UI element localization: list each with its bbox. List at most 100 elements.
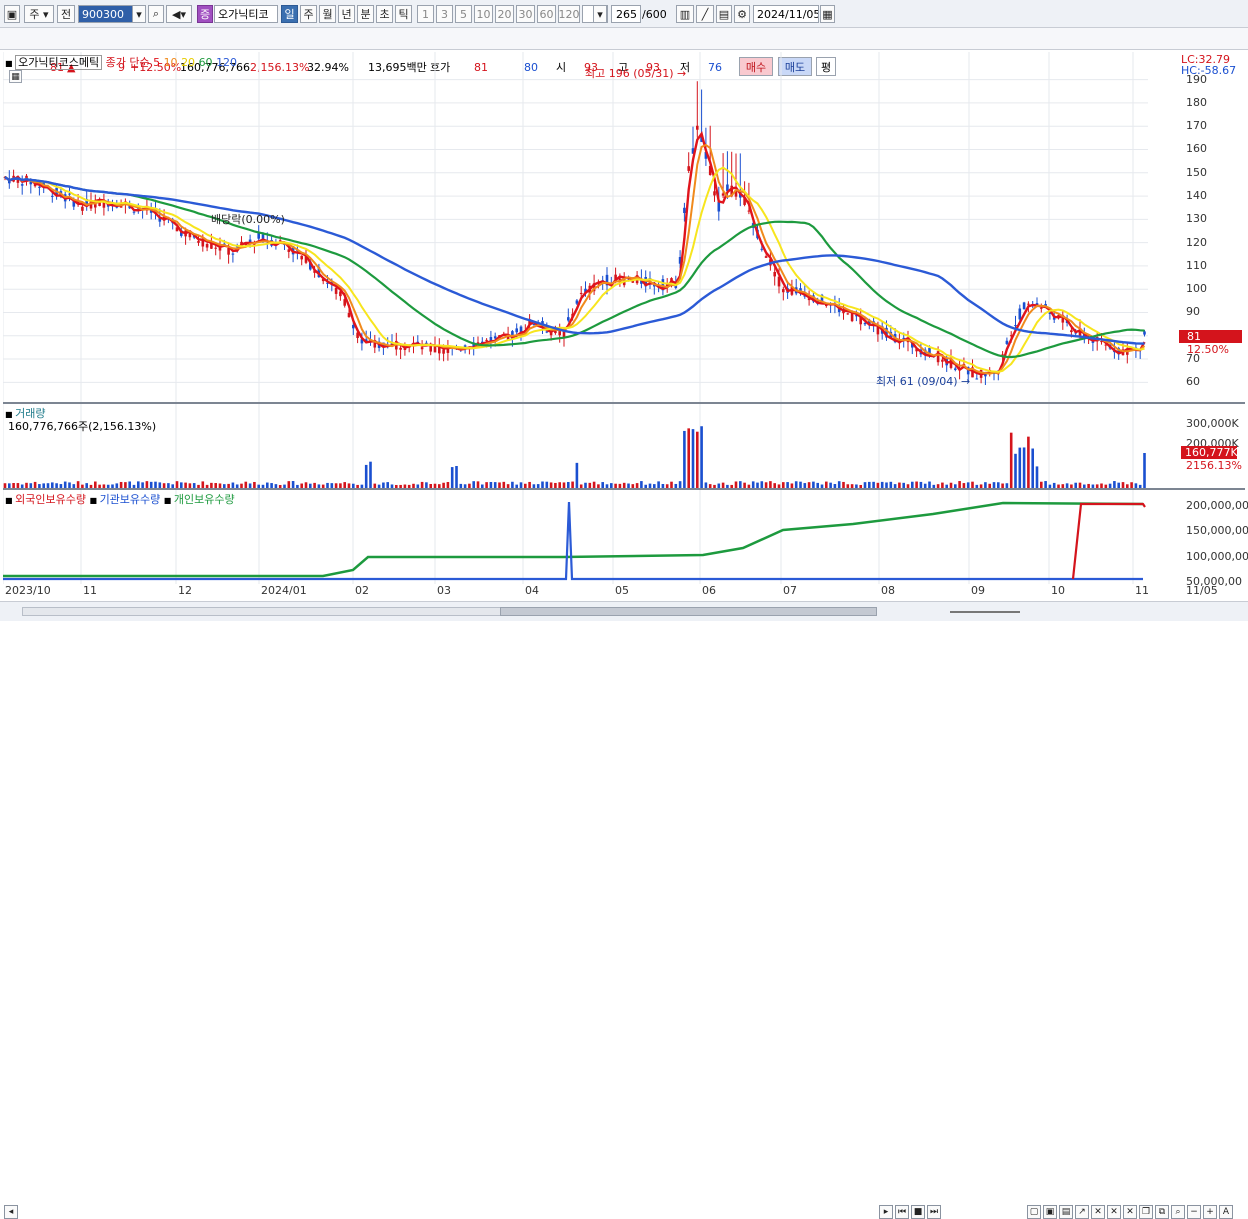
low-annotation-text: 최저 61 (09/04) — [876, 375, 958, 388]
cross2-icon[interactable]: ✕ — [1107, 1205, 1121, 1219]
tab-year[interactable]: 년 — [338, 5, 355, 23]
volume-bar — [455, 465, 458, 488]
holding-legend: ■ 외국인보유수량 ■ 기관보유수량 ■ 개인보유수량 — [5, 493, 235, 506]
x-tick-label: 10 — [1051, 584, 1065, 597]
volume-bar — [958, 481, 961, 488]
scroll-left-icon[interactable]: ◂ — [4, 1205, 18, 1219]
volume-bar — [794, 481, 798, 488]
zoom-icon[interactable]: ⌕ — [1171, 1205, 1185, 1219]
candle-body — [1022, 302, 1026, 310]
prev-button[interactable]: 전 — [57, 5, 75, 23]
volume-current-pct: 2156.13% — [1186, 459, 1242, 472]
volume-bar — [145, 481, 149, 488]
volume-current-tag: 160,777K — [1181, 446, 1238, 459]
count-input[interactable]: 265 — [611, 5, 641, 23]
volume-bar — [1035, 466, 1039, 488]
tab-week[interactable]: 주 — [300, 5, 317, 23]
stock-badge: 증 — [197, 5, 213, 23]
candle-body — [941, 359, 944, 362]
popout-icon[interactable]: ⧉ — [1155, 1205, 1169, 1219]
save-icon[interactable]: ▤ — [716, 5, 732, 23]
table-icon[interactable]: ▦ — [9, 70, 22, 83]
window-icon[interactable]: ❐ — [1139, 1205, 1153, 1219]
panel-divider[interactable] — [3, 402, 1245, 404]
legend-ma10: 10 — [163, 56, 178, 69]
interval-30[interactable]: 30 — [516, 5, 535, 23]
volume-bar — [760, 481, 764, 488]
zoom-in-icon[interactable]: + — [1203, 1205, 1217, 1219]
interval-60[interactable]: 60 — [537, 5, 556, 23]
candle-body — [1018, 308, 1022, 320]
cross-icon[interactable]: ✕ — [1091, 1205, 1105, 1219]
candle-body — [420, 347, 424, 350]
scrollbar-thumb[interactable] — [500, 607, 877, 616]
stop-icon[interactable]: ■ — [911, 1205, 925, 1219]
candle-icon[interactable]: ▥ — [676, 5, 694, 23]
volume-bar — [700, 426, 703, 488]
candles — [3, 81, 1146, 386]
draw-line-icon[interactable]: ╱ — [696, 5, 714, 23]
period-select[interactable]: 주 ▾ — [24, 5, 54, 23]
interval-10[interactable]: 10 — [474, 5, 493, 23]
chart-menu-icon[interactable]: ▣ — [4, 5, 20, 23]
y-tick-label: 120 — [1186, 235, 1207, 249]
candle-body — [197, 241, 200, 243]
candle-body — [257, 233, 260, 239]
gear-icon[interactable]: ⚙ — [734, 5, 750, 23]
stock-name-field[interactable]: 오가닉티코 — [214, 5, 278, 23]
zoom-out-icon[interactable]: − — [1187, 1205, 1201, 1219]
tab-tick[interactable]: 틱 — [395, 5, 412, 23]
x-tick-label: 11 — [1135, 584, 1149, 597]
last-icon[interactable]: ⏭ — [927, 1205, 941, 1219]
panel-divider[interactable] — [3, 488, 1245, 490]
date-input[interactable]: 2024/11/05 — [753, 5, 819, 23]
candle-body — [429, 345, 432, 352]
hold-tick-200: 200,000,00 — [1186, 499, 1248, 512]
interval-120[interactable]: 120 — [558, 5, 580, 23]
interval-3[interactable]: 3 — [436, 5, 453, 23]
candle-body — [38, 186, 41, 188]
price-axis — [1178, 52, 1248, 600]
tab-second[interactable]: 초 — [376, 5, 393, 23]
layout-icon[interactable]: ▢ — [1027, 1205, 1041, 1219]
font-icon[interactable]: A — [1219, 1205, 1233, 1219]
tab-day[interactable]: 일 — [281, 5, 298, 23]
arrow-icon[interactable]: ↗ — [1075, 1205, 1089, 1219]
candle-body — [248, 239, 252, 243]
scroll-right-icon[interactable]: ▸ — [879, 1205, 893, 1219]
period-select-label: 주 — [29, 8, 40, 21]
split-icon[interactable]: ▣ — [1043, 1205, 1057, 1219]
interval-5[interactable]: 5 — [455, 5, 472, 23]
volume-bar — [1143, 453, 1146, 488]
candle-body — [567, 317, 570, 321]
code-dropdown-icon[interactable]: ▾ — [132, 5, 146, 23]
y-tick-label: 100 — [1186, 282, 1207, 296]
interval-dropdown-icon[interactable]: ▾ — [593, 5, 607, 23]
search-icon[interactable]: ⌕ — [148, 5, 164, 23]
compare-icon[interactable]: ▤ — [1059, 1205, 1073, 1219]
legend-institution: 기관보유수량 — [99, 493, 161, 506]
volume-bar — [687, 428, 690, 488]
sound-icon[interactable]: ◀▾ — [166, 5, 192, 23]
chart-area[interactable] — [3, 52, 1178, 600]
volume-bar — [1031, 448, 1034, 488]
bottom-toolbar: ◂ ▸ ⏮ ■ ⏭ ▢ ▣ ▤ ↗ ✕ ✕ ✕ ❐ ⧉ ⌕ − + A — [0, 601, 1248, 1219]
first-icon[interactable]: ⏮ — [895, 1205, 909, 1219]
high-annotation: 최고 196 (05/31) → — [585, 67, 687, 80]
legend-ma5: 5 — [153, 56, 161, 69]
y-tick-label: 90 — [1186, 305, 1200, 319]
candle-body — [334, 287, 338, 294]
tab-month[interactable]: 월 — [319, 5, 336, 23]
volume-bar — [1009, 432, 1013, 488]
candle-body — [1070, 330, 1073, 333]
interval-1[interactable]: 1 — [417, 5, 434, 23]
interval-20[interactable]: 20 — [495, 5, 514, 23]
hold-tick-100: 100,000,00 — [1186, 550, 1248, 563]
low-annotation: 최저 61 (09/04) → — [876, 375, 971, 388]
cross3-icon[interactable]: ✕ — [1123, 1205, 1137, 1219]
x-tick-label: 03 — [437, 584, 451, 597]
current-price-tag: 81 — [1179, 330, 1242, 343]
tab-minute[interactable]: 분 — [357, 5, 374, 23]
zoom-slider[interactable] — [950, 611, 1020, 613]
calendar-icon[interactable]: ▦ — [820, 5, 835, 23]
